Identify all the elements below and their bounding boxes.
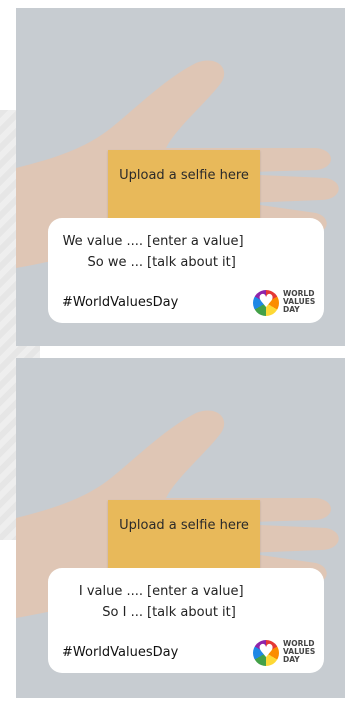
logo-text: WORLD VALUES DAY (283, 290, 315, 314)
world-values-day-logo: WORLD VALUES DAY (253, 640, 323, 670)
line1-left: We value .... (62, 234, 143, 249)
hashtag: #WorldValuesDay (62, 295, 179, 310)
line1-left: I value .... (78, 584, 143, 599)
line2-left: So we ... (87, 255, 144, 270)
selfie-upload-placeholder[interactable]: Upload a selfie here (108, 150, 260, 224)
template-card-i: Upload a selfie here I value .... [enter… (16, 358, 345, 698)
logo-text: WORLD VALUES DAY (283, 640, 315, 664)
upload-label: Upload a selfie here (119, 518, 249, 533)
heart-icon (253, 640, 279, 666)
message-panel: We value .... [enter a value] So we ... … (48, 218, 324, 323)
selfie-upload-placeholder[interactable]: Upload a selfie here (108, 500, 260, 574)
line2-left: So I ... (102, 605, 143, 620)
world-values-day-logo: WORLD VALUES DAY (253, 290, 323, 320)
line2-right: [talk about it] (147, 605, 236, 620)
logo-word-day: DAY (283, 655, 300, 664)
template-card-we: Upload a selfie here We value .... [ente… (16, 8, 345, 346)
message-panel: I value .... [enter a value] So I ... [t… (48, 568, 324, 673)
line1-right: [enter a value] (147, 584, 244, 599)
line2-right: [talk about it] (147, 255, 236, 270)
hashtag: #WorldValuesDay (62, 645, 179, 660)
heart-icon (253, 290, 279, 316)
line1-right: [enter a value] (147, 234, 244, 249)
upload-label: Upload a selfie here (119, 168, 249, 183)
logo-word-day: DAY (283, 305, 300, 314)
